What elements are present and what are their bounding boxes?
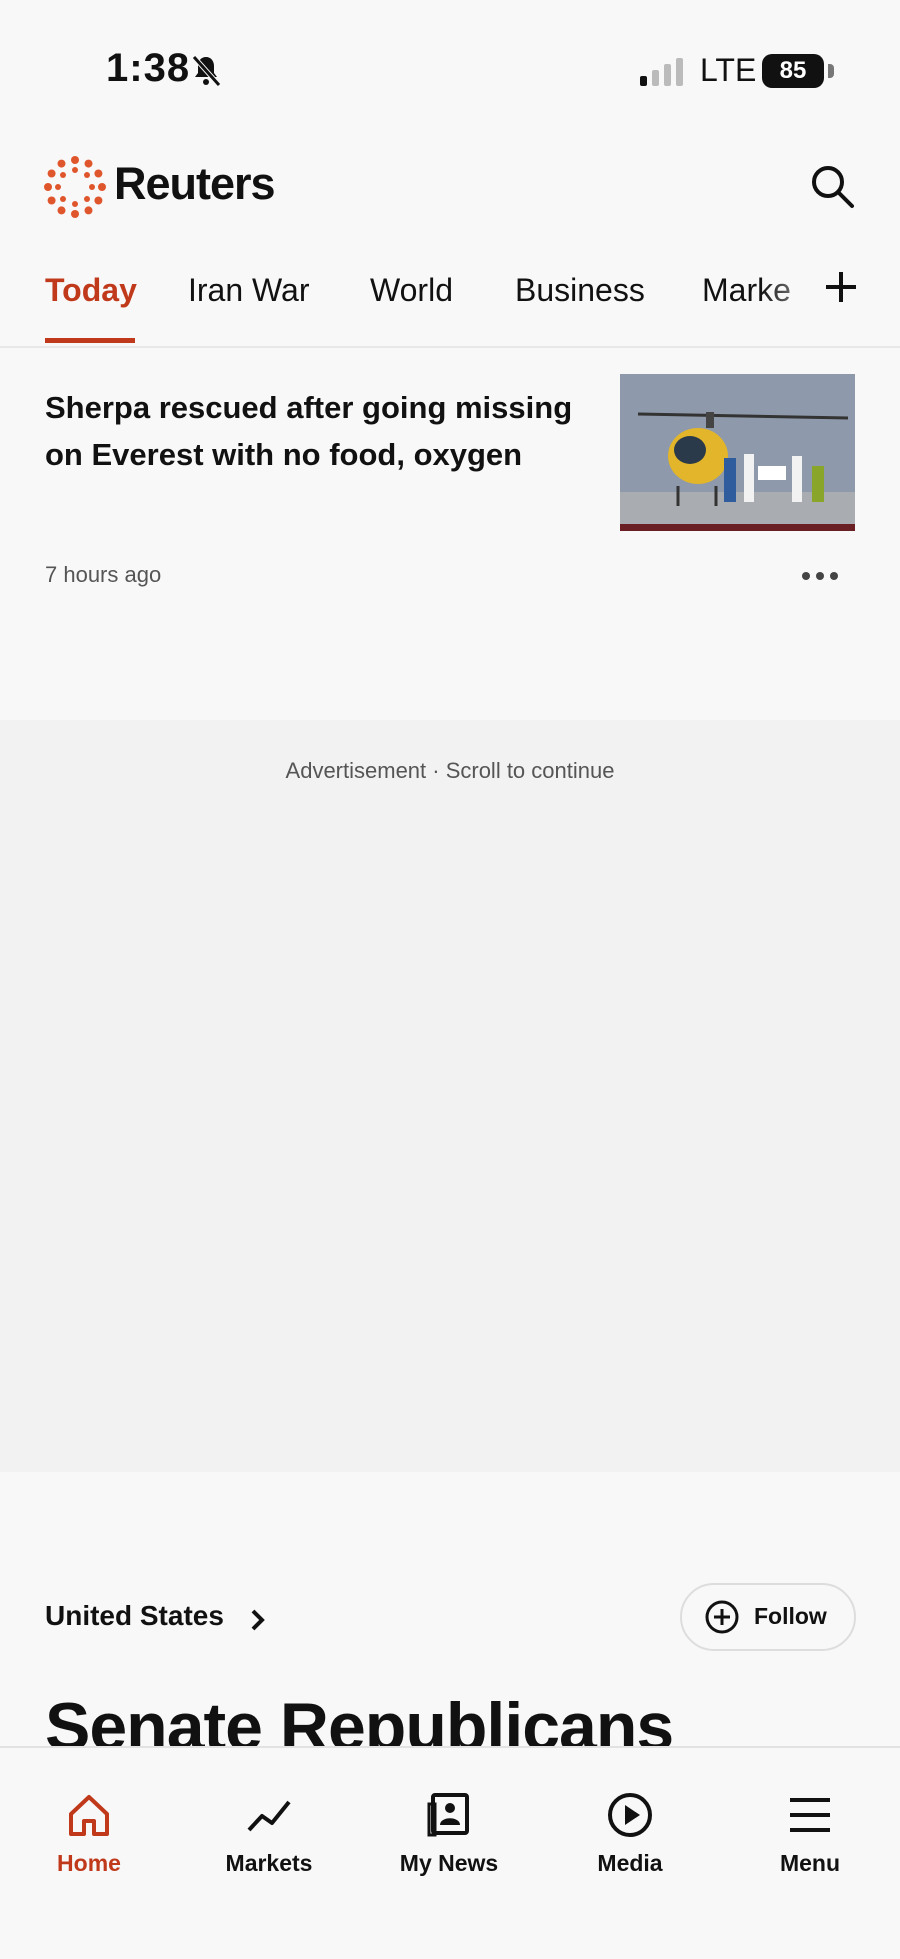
plus-circle-icon <box>705 1600 739 1634</box>
home-icon <box>69 1795 109 1836</box>
signal-icon <box>640 58 683 86</box>
markets-icon <box>247 1800 291 1832</box>
nav-media[interactable]: Media <box>555 1792 705 1877</box>
bottom-navigation: Home Markets My News Media Menu <box>0 1746 900 1959</box>
menu-icon <box>790 1798 830 1832</box>
story-headline[interactable]: Sherpa rescued after going missing on Ev… <box>45 384 605 478</box>
nav-label-menu: Menu <box>779 1850 841 1876</box>
nav-label-media: Media <box>597 1850 663 1876</box>
active-tab-indicator <box>45 338 135 343</box>
tab-today[interactable]: Today <box>45 272 137 309</box>
my-news-icon <box>427 1793 469 1837</box>
tab-world[interactable]: World <box>370 272 453 309</box>
network-type: LTE <box>700 52 757 88</box>
brand-name: Reuters <box>114 158 276 209</box>
status-bar: 1:38 LTE 85 <box>0 0 900 150</box>
ad-label: Advertisement · Scroll to continue <box>285 758 615 783</box>
follow-label: Follow <box>754 1603 827 1629</box>
nav-markets[interactable]: Markets <box>194 1792 344 1877</box>
section-link-united-states[interactable]: United States <box>45 1600 224 1632</box>
tab-business[interactable]: Business <box>515 272 645 309</box>
nav-label-my-news: My News <box>399 1850 499 1876</box>
nav-my-news[interactable]: My News <box>374 1792 524 1877</box>
search-icon[interactable] <box>808 162 856 210</box>
chevron-right-icon[interactable] <box>250 1608 266 1632</box>
follow-button[interactable]: Follow <box>680 1583 856 1651</box>
nav-menu[interactable]: Menu <box>735 1792 885 1877</box>
nav-label-home: Home <box>57 1850 121 1876</box>
tab-iran-war[interactable]: Iran War <box>188 272 310 309</box>
battery-nub <box>828 64 834 78</box>
add-tab-icon[interactable] <box>824 270 858 304</box>
more-options-icon[interactable] <box>800 566 840 586</box>
section-tabs: Today Iran War World Business Marke <box>0 250 900 348</box>
battery-indicator: 85 <box>762 54 824 88</box>
status-time: 1:38 <box>106 46 191 90</box>
nav-home[interactable]: Home <box>14 1792 164 1877</box>
nav-label-markets: Markets <box>225 1850 313 1876</box>
story-timestamp: 7 hours ago <box>45 562 162 587</box>
play-icon <box>608 1793 652 1837</box>
advertisement-slot: Advertisement · Scroll to continue <box>0 720 900 1472</box>
reuters-logo-icon <box>44 156 106 218</box>
story-thumbnail[interactable] <box>620 374 855 531</box>
bell-muted-icon <box>192 55 221 87</box>
